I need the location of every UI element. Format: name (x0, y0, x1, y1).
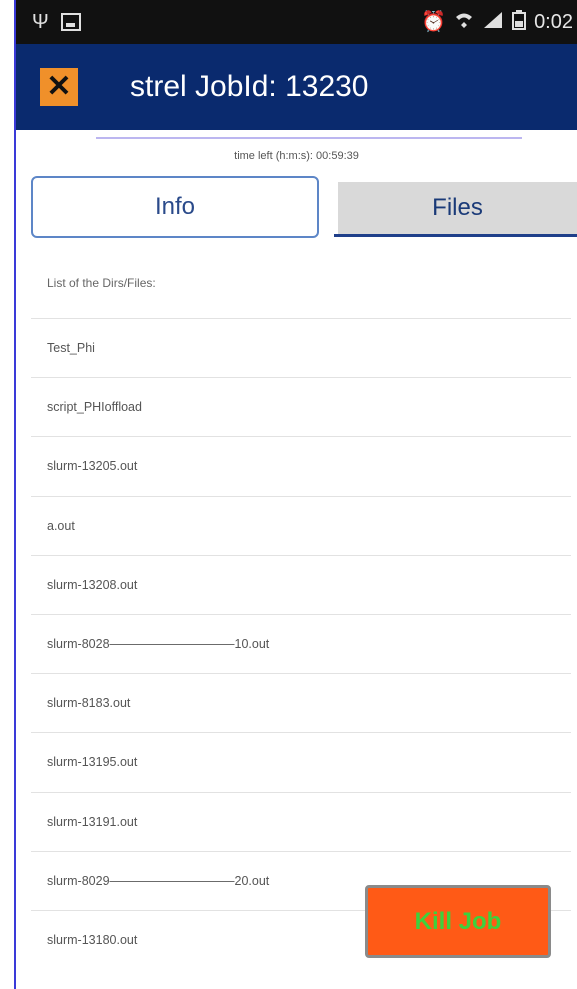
tab-info[interactable]: Info (31, 176, 319, 238)
wifi-icon (454, 10, 474, 34)
battery-icon (512, 10, 527, 34)
kill-job-button[interactable]: Kill Job (365, 885, 551, 958)
time-progress-bar (96, 137, 522, 139)
list-item[interactable]: a.out (31, 495, 571, 555)
list-item[interactable]: slurm-13208.out (31, 554, 571, 614)
list-item[interactable]: slurm-8183.out (31, 673, 571, 732)
tab-files-indicator (334, 234, 577, 237)
image-icon (60, 13, 81, 31)
signal-icon (482, 10, 504, 34)
file-list: Test_Phi script_PHIoffload slurm-13205.o… (31, 318, 571, 969)
alarm-icon: ⏰ (421, 11, 447, 33)
page-title: strel JobId: 13230 (130, 70, 369, 103)
close-button[interactable]: ✕ (40, 68, 78, 106)
usb-icon: Ψ (32, 11, 49, 33)
list-item[interactable]: script_PHIoffload (31, 377, 571, 436)
list-item[interactable]: slurm-13205.out (31, 436, 571, 495)
tab-files[interactable]: Files (338, 182, 577, 234)
list-item[interactable]: slurm-13191.out (31, 791, 571, 851)
close-icon: ✕ (46, 70, 72, 103)
time-left-label: time left (h:m:s): 00:59:39 (234, 150, 359, 162)
list-item[interactable]: Test_Phi (31, 318, 571, 377)
status-time: 0:02 (534, 10, 573, 33)
frame-border (14, 0, 16, 989)
list-header: List of the Dirs/Files: (47, 276, 156, 290)
list-item[interactable]: slurm-13195.out (31, 732, 571, 791)
status-bar: Ψ ⏰ 0:02 (16, 0, 577, 44)
list-item[interactable]: slurm-8028——————————10.out (31, 613, 571, 673)
app-bar: ✕ strel JobId: 13230 (16, 44, 577, 130)
